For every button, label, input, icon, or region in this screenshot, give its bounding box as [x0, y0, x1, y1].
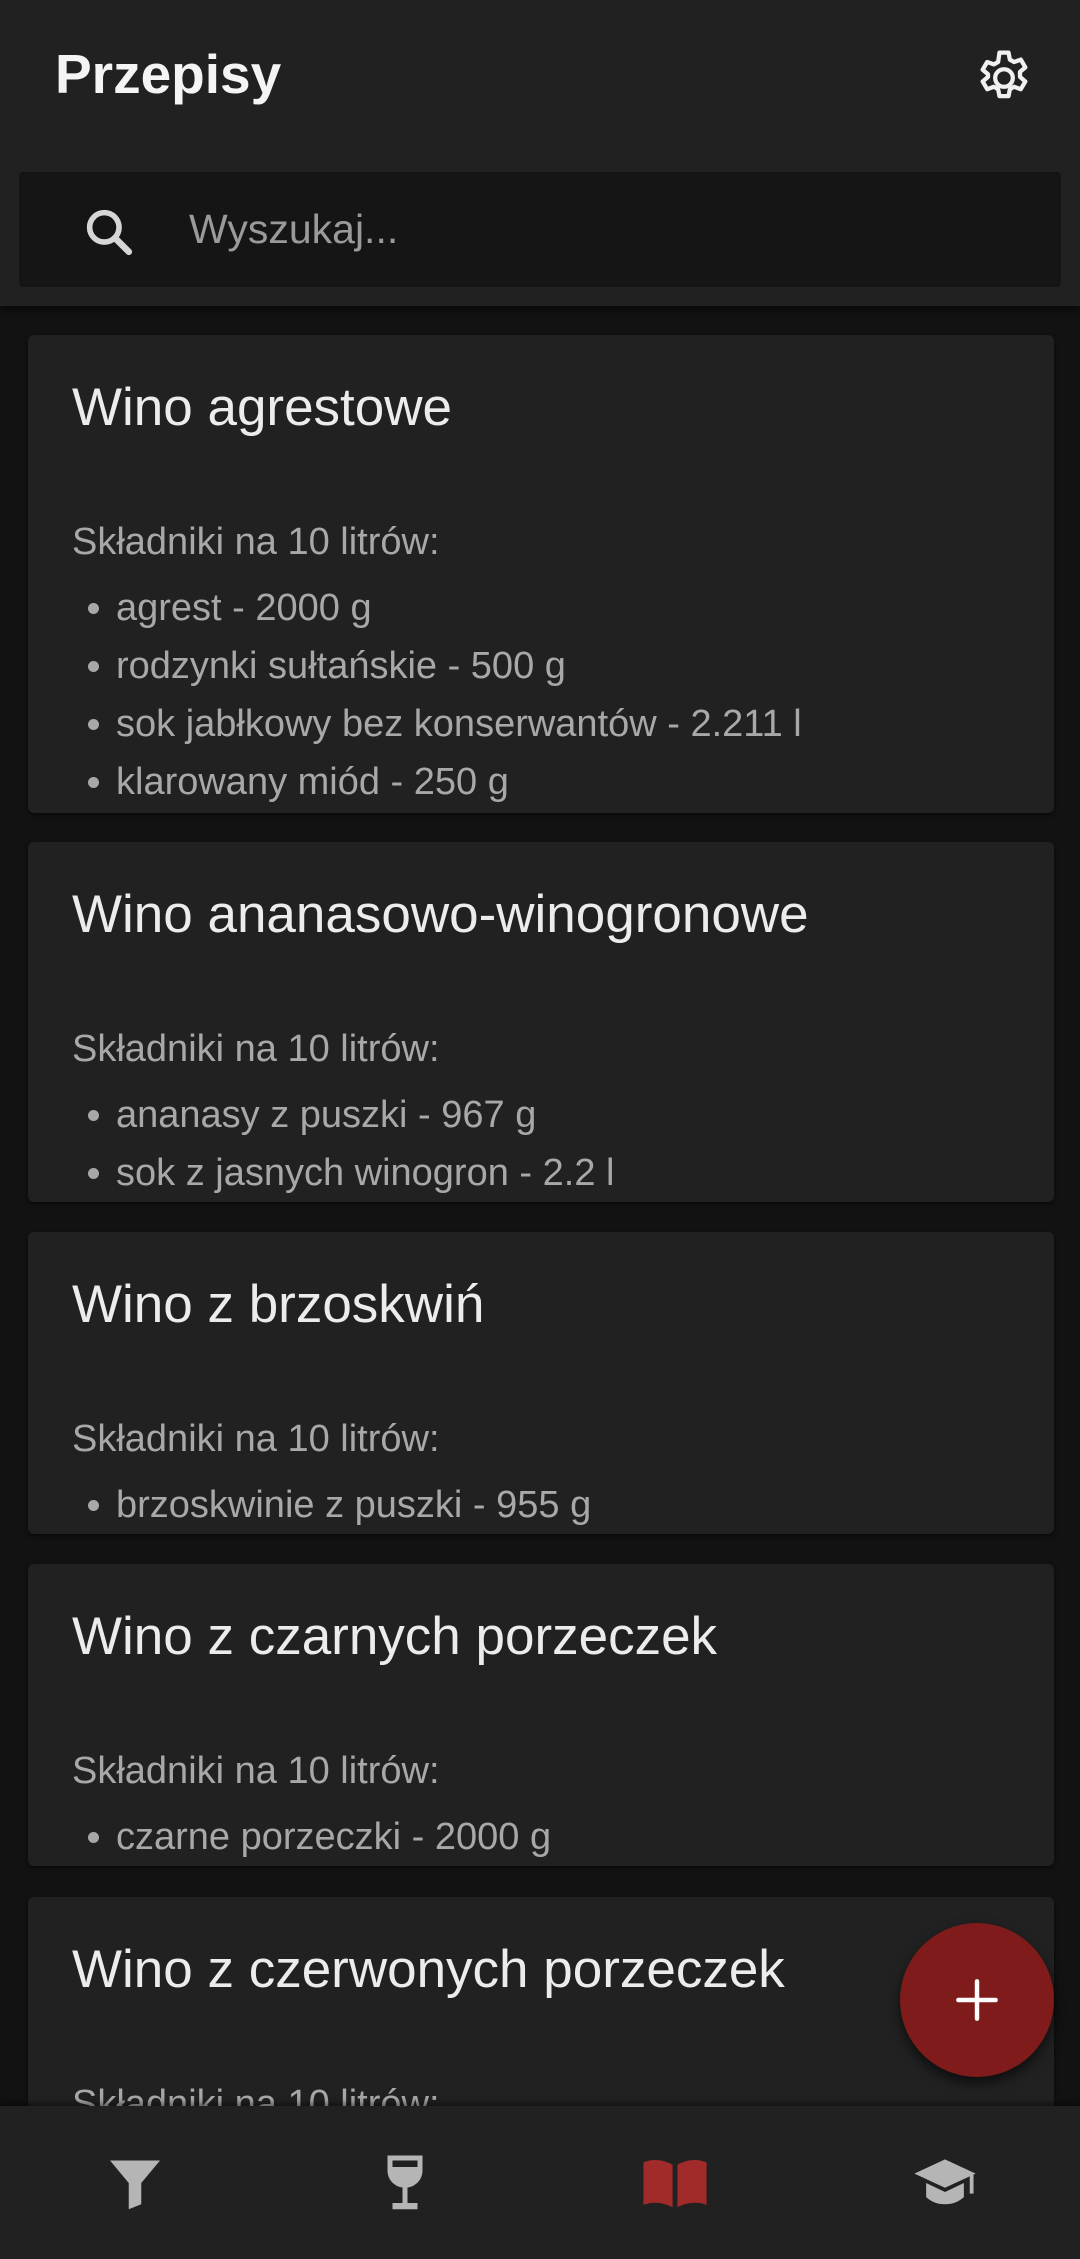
- bullet-icon: [88, 718, 99, 730]
- app-root: Przepisy Wino agrestowe Składniki na 10 …: [0, 0, 1080, 2259]
- recipe-subtitle: Składniki na 10 litrów:: [72, 521, 440, 563]
- ingredient-list: agrest - 2000 g rodzynki sułtańskie - 50…: [72, 579, 802, 811]
- recipe-subtitle: Składniki na 10 litrów:: [72, 1418, 440, 1460]
- recipe-title: Wino ananasowo-winogronowe: [72, 885, 809, 944]
- recipe-subtitle: Składniki na 10 litrów:: [72, 2083, 440, 2106]
- nav-wines[interactable]: [270, 2106, 540, 2259]
- bullet-icon: [88, 1499, 99, 1511]
- ingredient-text: sok z jasnych winogron - 2.2 l: [116, 1152, 615, 1194]
- recipe-title: Wino z czarnych porzeczek: [72, 1607, 718, 1666]
- recipe-card[interactable]: Wino z brzoskwiń Składniki na 10 litrów:…: [28, 1232, 1054, 1534]
- ingredient-text: brzoskwinie z puszki - 955 g: [116, 1484, 592, 1526]
- page-title: Przepisy: [55, 43, 282, 105]
- ingredient-text: klarowany miód - 250 g: [116, 761, 509, 803]
- book-icon: [643, 2159, 707, 2207]
- bullet-icon: [88, 776, 99, 788]
- bottom-navigation: [0, 2106, 1080, 2259]
- ingredient-text: ananasy z puszki - 967 g: [116, 1094, 537, 1136]
- nav-recipes[interactable]: [540, 2106, 810, 2259]
- ingredient-list: ananasy z puszki - 967 g sok z jasnych w…: [72, 1086, 614, 1202]
- wine-glass-icon: [387, 2155, 423, 2209]
- gear-icon: [980, 50, 1028, 99]
- ingredient-text: agrest - 2000 g: [116, 587, 372, 629]
- bullet-icon: [88, 1109, 99, 1121]
- bullet-icon: [88, 660, 99, 672]
- ingredient-item: brzoskwinie z puszki - 955 g: [72, 1476, 591, 1534]
- ingredient-text: sok jabłkowy bez konserwantów - 2.211 l: [116, 703, 802, 745]
- ingredient-item: agrest - 2000 g: [72, 579, 802, 637]
- nav-filter[interactable]: [0, 2106, 270, 2259]
- filter-icon: [110, 2160, 160, 2209]
- ingredient-item: sok z jasnych winogron - 2.2 l: [72, 1144, 614, 1202]
- search-bar[interactable]: [19, 172, 1061, 287]
- add-recipe-button[interactable]: [900, 1923, 1054, 2077]
- ingredient-item: ananasy z puszki - 967 g: [72, 1086, 614, 1144]
- bullet-icon: [88, 1831, 99, 1843]
- plus-icon: [956, 1979, 998, 2021]
- recipe-subtitle: Składniki na 10 litrów:: [72, 1750, 440, 1792]
- recipe-card[interactable]: Wino agrestowe Składniki na 10 litrów: a…: [28, 335, 1054, 813]
- bullet-icon: [88, 602, 99, 614]
- ingredient-item: czarne porzeczki - 2000 g: [72, 1808, 551, 1866]
- nav-learn[interactable]: [810, 2106, 1080, 2259]
- graduation-cap-icon: [914, 2158, 976, 2204]
- ingredient-item: sok jabłkowy bez konserwantów - 2.211 l: [72, 695, 802, 753]
- settings-button[interactable]: [962, 36, 1046, 120]
- ingredient-list: brzoskwinie z puszki - 955 g: [72, 1476, 591, 1534]
- recipe-card[interactable]: Wino z czarnych porzeczek Składniki na 1…: [28, 1564, 1054, 1866]
- ingredient-text: rodzynki sułtańskie - 500 g: [116, 645, 566, 687]
- ingredient-text: czarne porzeczki - 2000 g: [116, 1816, 552, 1858]
- recipe-subtitle: Składniki na 10 litrów:: [72, 1028, 440, 1070]
- recipe-title: Wino agrestowe: [72, 378, 453, 437]
- ingredient-item: klarowany miód - 250 g: [72, 753, 802, 811]
- recipe-card[interactable]: Wino ananasowo-winogronowe Składniki na …: [28, 842, 1054, 1202]
- search-icon: [86, 209, 133, 256]
- ingredient-list: czarne porzeczki - 2000 g: [72, 1808, 551, 1866]
- recipe-title: Wino z czerwonych porzeczek: [72, 1940, 785, 1999]
- search-input[interactable]: [189, 172, 1029, 287]
- recipe-title: Wino z brzoskwiń: [72, 1275, 485, 1334]
- top-app-bar: Przepisy: [0, 0, 1080, 306]
- bullet-icon: [88, 1167, 99, 1179]
- ingredient-item: rodzynki sułtańskie - 500 g: [72, 637, 802, 695]
- recipe-list: Wino agrestowe Składniki na 10 litrów: a…: [0, 306, 1080, 2106]
